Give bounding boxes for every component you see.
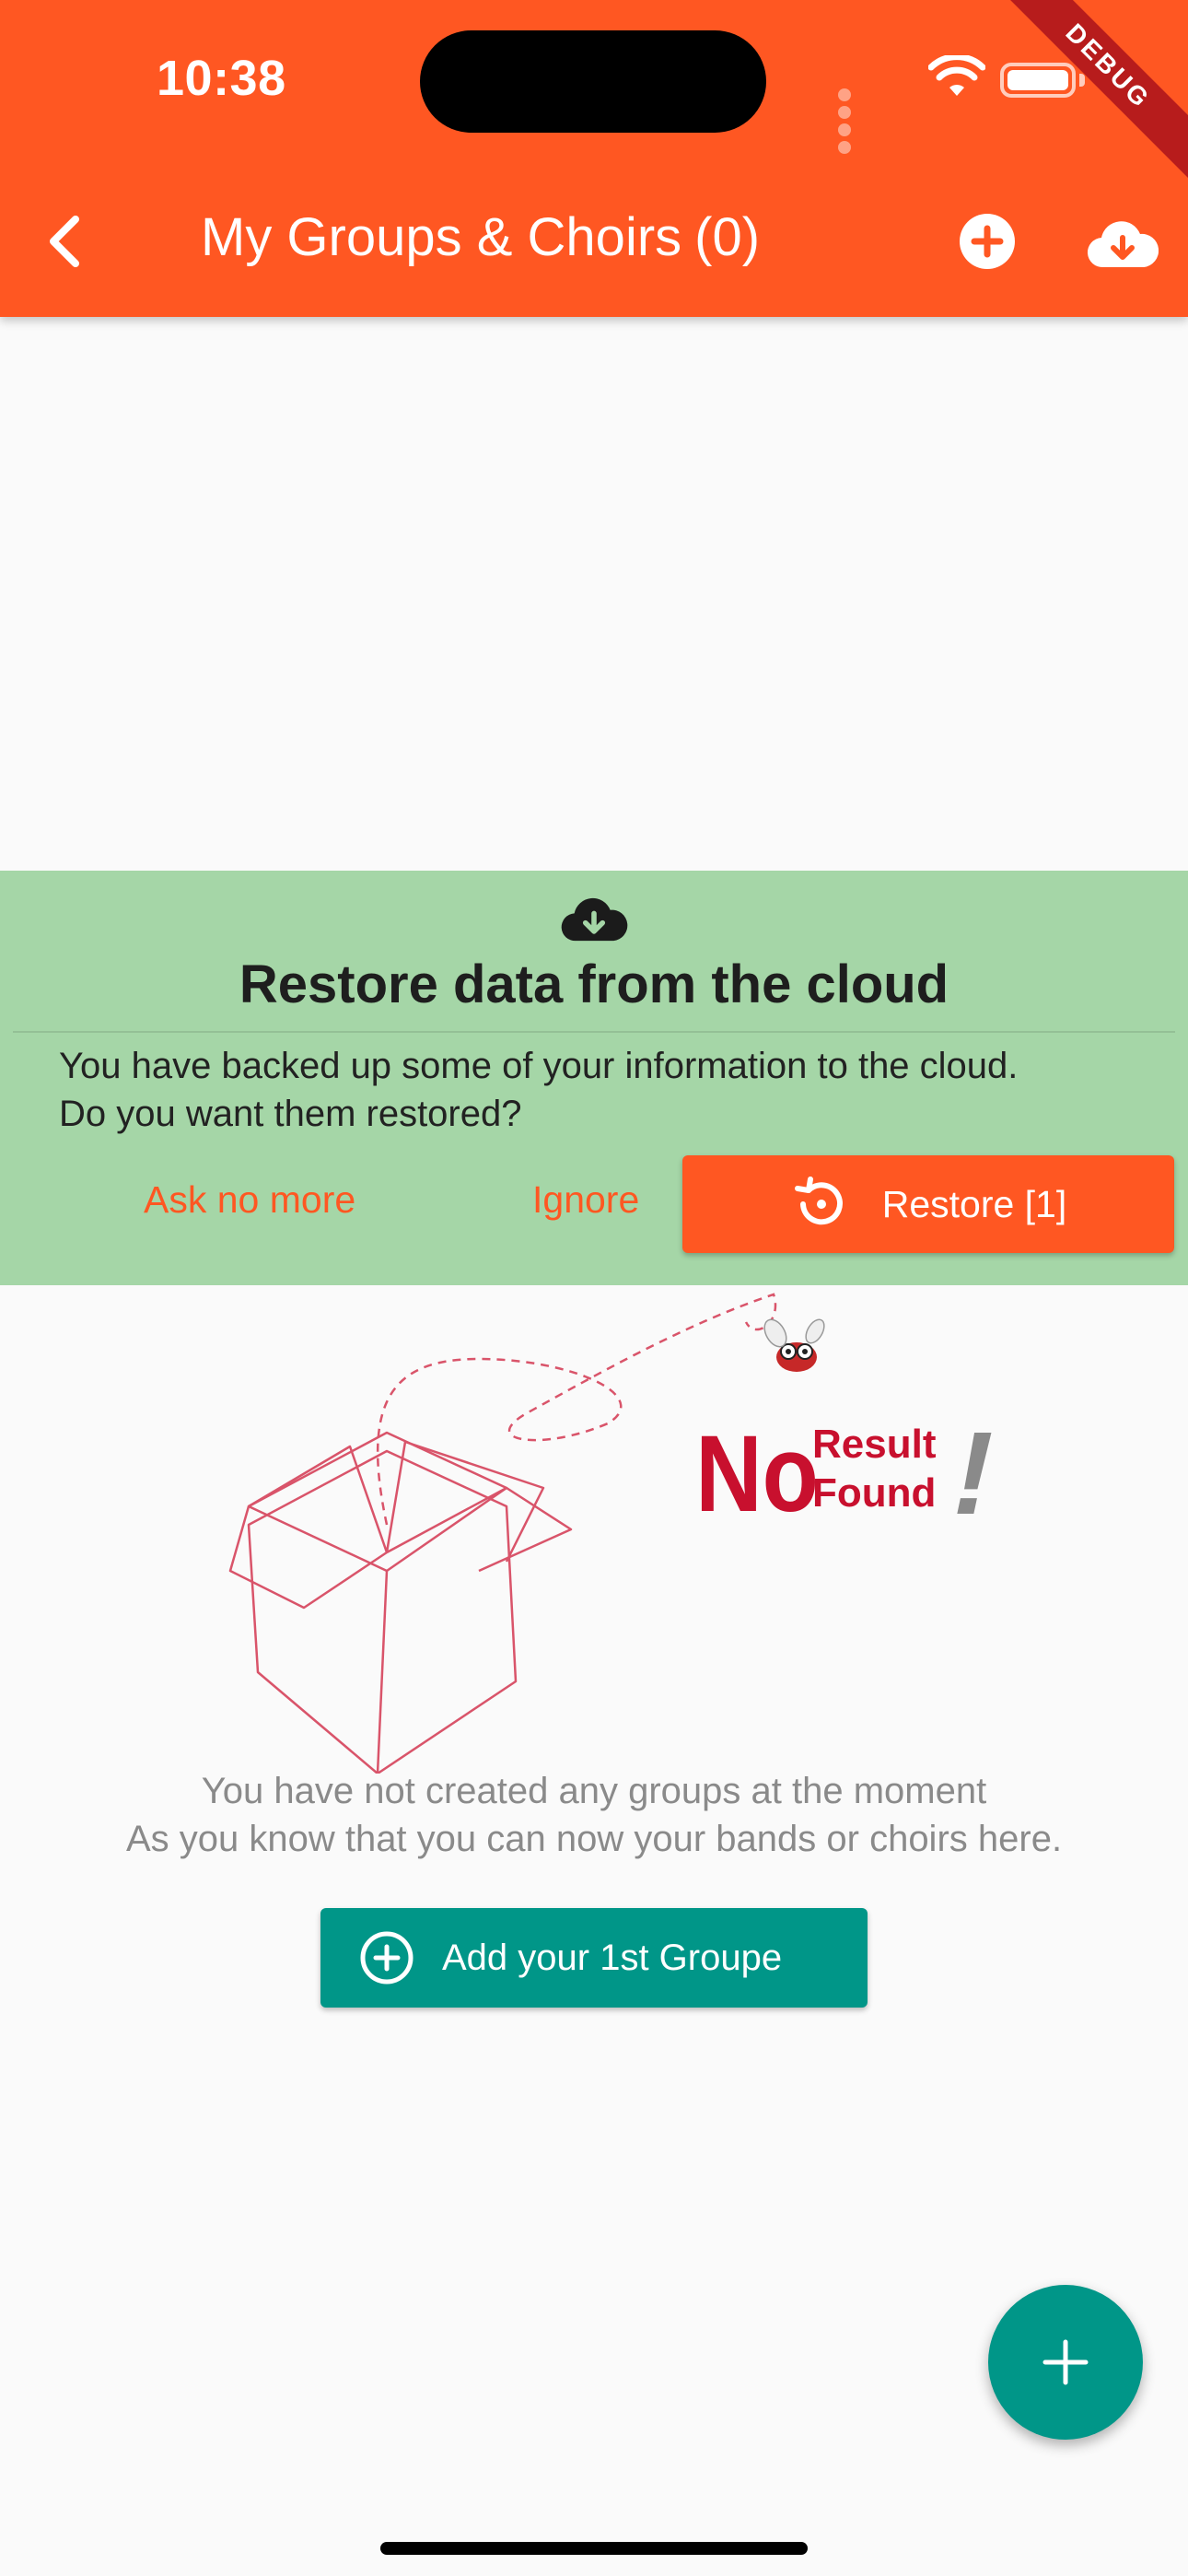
app-bar: 10:38 DEBUG My Groups & Choirs (0) — [0, 0, 1188, 317]
ignore-button[interactable]: Ignore — [532, 1178, 639, 1222]
ask-no-more-button[interactable]: Ask no more — [144, 1178, 355, 1222]
page-title: My Groups & Choirs (0) — [201, 206, 827, 268]
no-result-word-result: Result — [812, 1422, 937, 1467]
banner-message: You have backed up some of your informat… — [59, 1042, 1146, 1138]
back-button[interactable] — [28, 205, 101, 278]
no-result-word-found: Found — [812, 1470, 936, 1516]
banner-message-line-1: You have backed up some of your informat… — [59, 1046, 1019, 1086]
battery-icon — [1000, 63, 1076, 98]
restore-banner: Restore data from the cloud You have bac… — [0, 871, 1188, 1285]
cellular-signal-icon — [838, 88, 857, 158]
empty-state-line-1: You have not created any groups at the m… — [201, 1771, 987, 1811]
banner-title: Restore data from the cloud — [239, 954, 949, 1014]
cloud-download-icon — [561, 897, 628, 942]
status-time: 10:38 — [157, 51, 286, 106]
wifi-icon — [928, 55, 985, 96]
no-result-word-no: No — [695, 1413, 819, 1534]
banner-message-line-2: Do you want them restored? — [59, 1094, 522, 1134]
no-result-exclamation: ! — [940, 1408, 1007, 1539]
empty-state-line-2: As you know that you can now your bands … — [125, 1819, 1063, 1859]
restore-button[interactable]: Restore [1] — [682, 1155, 1174, 1253]
restore-icon — [794, 1177, 843, 1225]
divider — [13, 1031, 1175, 1033]
no-result-illustration: No Result Found ! — [228, 1293, 1007, 1774]
add-first-group-button[interactable]: Add your 1st Groupe — [320, 1908, 868, 2008]
plus-circle-icon[interactable] — [958, 212, 1017, 271]
empty-state-message: You have not created any groups at the m… — [0, 1767, 1188, 1863]
dynamic-island — [420, 30, 766, 133]
restore-button-label: Restore [1] — [881, 1182, 1067, 1225]
bug-mascot — [763, 1318, 825, 1372]
chevron-left-icon — [50, 216, 79, 267]
group-count: (0) — [694, 207, 761, 267]
page-title-text: My Groups & Choirs — [201, 207, 682, 267]
cloud-download-icon[interactable] — [1087, 217, 1159, 269]
plus-circle-icon — [360, 1931, 413, 1985]
home-indicator[interactable] — [380, 2542, 808, 2555]
plus-icon — [1042, 2339, 1089, 2385]
add-first-group-label: Add your 1st Groupe — [442, 1937, 783, 1978]
add-group-fab[interactable] — [988, 2285, 1143, 2440]
